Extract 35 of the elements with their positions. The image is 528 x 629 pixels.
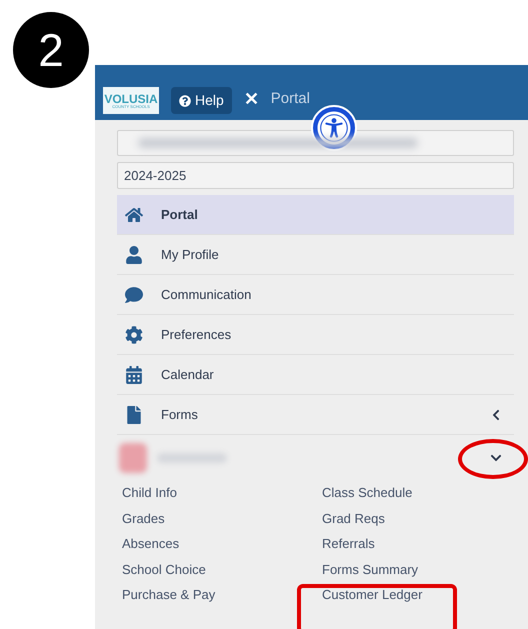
student-link[interactable]: Forms Summary [322,560,418,579]
student-link[interactable]: Absences [122,534,180,554]
menu-label: Forms [161,406,198,424]
menu-item[interactable]: My Profile [117,235,514,275]
speech-bubble-icon [125,286,143,304]
menu-item[interactable]: Preferences [117,315,514,355]
step-number: 2 [13,12,89,88]
menu-item[interactable]: Calendar [117,355,514,395]
student-link[interactable]: Purchase & Pay [122,585,216,604]
document-icon [125,406,143,424]
help-button[interactable]: Help [171,87,232,114]
settings-icon [125,326,143,344]
student-link[interactable]: Customer Ledger [322,585,422,604]
menu-item[interactable]: Communication [117,275,514,315]
person-icon [125,246,143,264]
page-title: Portal [270,88,310,108]
menu-label: Preferences [161,326,232,344]
blurred-avatar [119,442,147,472]
student-link[interactable]: Referrals [322,534,375,554]
help-icon [179,94,191,106]
menu-item[interactable]: Forms [117,395,514,435]
student-link[interactable]: Class Schedule [322,483,412,502]
menu-label: Communication [161,286,252,304]
close-button[interactable]: ✕ [244,86,259,113]
school-year-field[interactable]: 2024-2025 [117,162,514,189]
student-link[interactable]: School Choice [122,560,206,579]
menu-item[interactable]: Portal [117,195,514,235]
menu-label: Portal [161,206,198,224]
student-link[interactable]: Grades [122,508,165,528]
home-icon [125,206,143,224]
menu-label: Calendar [161,366,214,384]
menu-label: My Profile [161,246,219,264]
student-link[interactable]: Grad Reqs [322,508,385,528]
calendar-icon [125,366,143,384]
student-link[interactable]: Child Info [122,483,177,502]
